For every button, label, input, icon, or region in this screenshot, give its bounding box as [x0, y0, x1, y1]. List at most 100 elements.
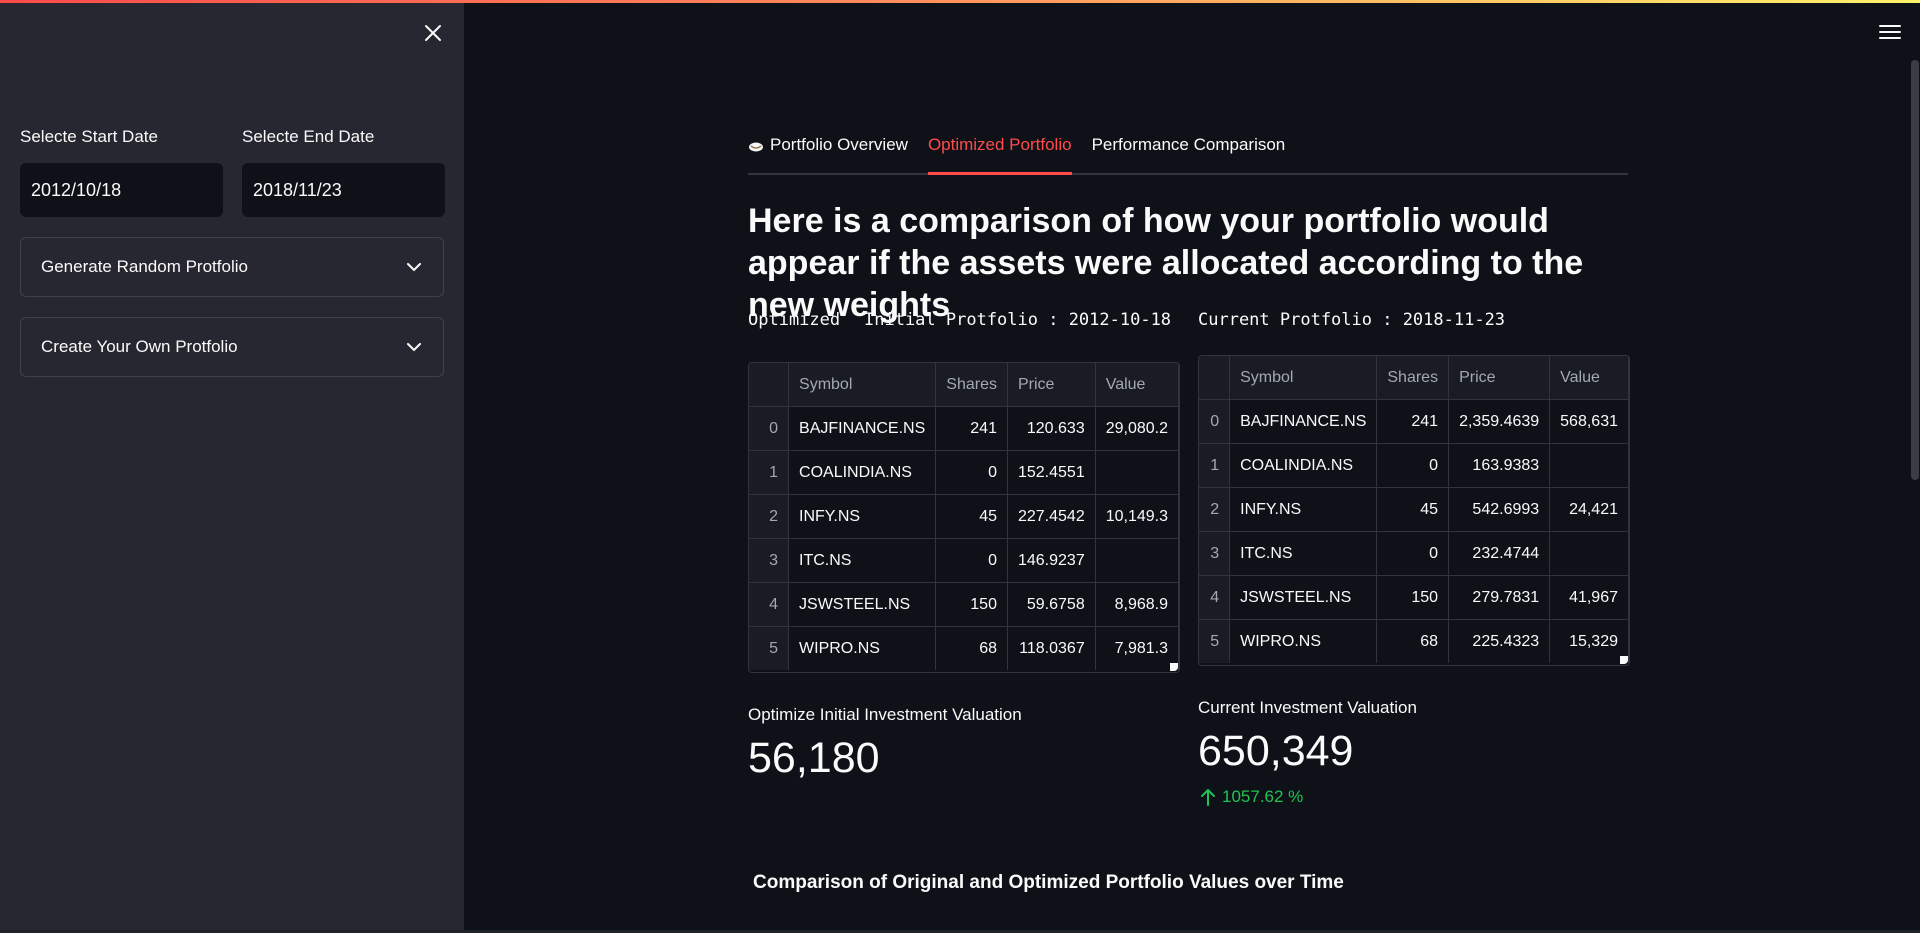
row-index: 0 [749, 406, 790, 451]
end-date-label: Selecte End Date [242, 127, 375, 146]
row-index: 5 [749, 626, 790, 670]
value-cell: 10,149.3 [1095, 494, 1179, 539]
shares-cell: 0 [935, 450, 1008, 495]
column-header-symbol[interactable]: Symbol [788, 363, 937, 407]
shares-cell: 45 [935, 494, 1008, 539]
value-cell: 29,080.2 [1095, 406, 1179, 451]
table-row[interactable]: 0 BAJFINANCE.NS 241 120.633 29,080.2 [749, 406, 1179, 451]
column-header-price[interactable]: Price [1448, 356, 1551, 400]
money-bag-icon [749, 142, 763, 152]
row-index: 5 [1199, 619, 1231, 663]
current-valuation-value: 650,349 [1198, 727, 1354, 775]
price-cell: 227.4542 [1007, 494, 1096, 539]
value-cell: 7,981.3 [1095, 626, 1179, 670]
price-cell: 146.9237 [1007, 538, 1096, 583]
initial-portfolio-caption: Initial Protfolio : 2012-10-18 [864, 310, 1172, 330]
column-header-value[interactable]: Value [1549, 356, 1629, 400]
table-row[interactable]: 5 WIPRO.NS 68 118.0367 7,981.3 [749, 626, 1179, 670]
close-sidebar-button[interactable] [418, 18, 448, 48]
create-your-own-portfolio-expander[interactable]: Create Your Own Protfolio [20, 317, 444, 377]
table-row[interactable]: 2 INFY.NS 45 227.4542 10,149.3 [749, 494, 1179, 539]
row-index: 3 [749, 538, 790, 583]
optimized-caption: Optimized [748, 310, 841, 330]
table-row[interactable]: 3 ITC.NS 0 232.4744 [1199, 531, 1629, 576]
symbol-cell: JSWSTEEL.NS [788, 582, 937, 627]
symbol-cell: COALINDIA.NS [1229, 443, 1378, 488]
row-index: 3 [1199, 531, 1231, 576]
value-cell: 24,421 [1549, 487, 1629, 532]
column-header-symbol[interactable]: Symbol [1229, 356, 1378, 400]
price-cell: 279.7831 [1448, 575, 1551, 620]
price-cell: 163.9383 [1448, 443, 1551, 488]
shares-cell: 0 [1376, 531, 1450, 576]
main-menu-button[interactable] [1876, 18, 1904, 46]
table-row[interactable]: 3 ITC.NS 0 146.9237 [749, 538, 1179, 583]
table-row[interactable]: 0 BAJFINANCE.NS 241 2,359.4639 568,631 [1199, 399, 1629, 444]
row-index: 2 [749, 494, 790, 539]
column-header-price[interactable]: Price [1007, 363, 1096, 407]
symbol-cell: WIPRO.NS [1229, 619, 1378, 663]
delta-value: 1057.62 % [1222, 787, 1304, 806]
table-row[interactable]: 5 WIPRO.NS 68 225.4323 15,329 [1199, 619, 1629, 663]
current-portfolio-table[interactable]: Symbol Shares Price Value 0 BAJFINANCE.NS… [1198, 355, 1630, 666]
shares-cell: 68 [935, 626, 1008, 670]
price-cell: 120.633 [1007, 406, 1096, 451]
value-cell [1549, 531, 1629, 576]
tab-performance-comparison[interactable]: Performance Comparison [1092, 128, 1286, 173]
price-cell: 59.6758 [1007, 582, 1096, 627]
row-index: 1 [1199, 443, 1231, 488]
shares-cell: 0 [935, 538, 1008, 583]
column-header-shares[interactable]: Shares [1376, 356, 1450, 400]
generate-random-portfolio-expander[interactable]: Generate Random Protfolio [20, 237, 444, 297]
value-cell: 568,631 [1549, 399, 1629, 444]
start-date-input[interactable] [20, 163, 223, 217]
value-cell: 41,967 [1549, 575, 1629, 620]
price-cell: 542.6993 [1448, 487, 1551, 532]
symbol-cell: BAJFINANCE.NS [1229, 399, 1378, 444]
initial-valuation-label: Optimize Initial Investment Valuation [748, 705, 1022, 724]
table-row[interactable]: 1 COALINDIA.NS 0 163.9383 [1199, 443, 1629, 488]
row-index: 4 [1199, 575, 1231, 620]
column-header-index[interactable] [1199, 356, 1231, 400]
initial-portfolio-table[interactable]: Symbol Shares Price Value 0 BAJFINANCE.NS… [748, 362, 1180, 673]
shares-cell: 241 [935, 406, 1008, 451]
shares-cell: 0 [1376, 443, 1450, 488]
current-table-resize-handle[interactable] [1620, 656, 1628, 664]
column-header-value[interactable]: Value [1095, 363, 1179, 407]
tab-optimized-portfolio[interactable]: Optimized Portfolio [927, 128, 1072, 175]
row-index: 0 [1199, 399, 1231, 444]
symbol-cell: ITC.NS [788, 538, 937, 583]
table-row[interactable]: 4 JSWSTEEL.NS 150 279.7831 41,967 [1199, 575, 1629, 620]
chart-section-title: Comparison of Original and Optimized Por… [753, 872, 1344, 893]
tab-bar: Portfolio Overview Optimized Portfolio P… [748, 128, 1628, 175]
shares-cell: 45 [1376, 487, 1450, 532]
column-header-shares[interactable]: Shares [935, 363, 1008, 407]
value-cell: 8,968.9 [1095, 582, 1179, 627]
shares-cell: 241 [1376, 399, 1450, 444]
page-headline: Here is a comparison of how your portfol… [748, 202, 1584, 324]
table-header-row: Symbol Shares Price Value [1199, 356, 1629, 400]
page-scrollbar[interactable] [1911, 60, 1919, 480]
symbol-cell: BAJFINANCE.NS [788, 406, 937, 451]
end-date-input[interactable] [242, 163, 445, 217]
current-portfolio-caption: Current Protfolio : 2018-11-23 [1198, 310, 1506, 330]
column-header-index[interactable] [749, 363, 790, 407]
shares-cell: 68 [1376, 619, 1450, 663]
tab-portfolio-overview[interactable]: Portfolio Overview [748, 128, 908, 173]
table-row[interactable]: 4 JSWSTEEL.NS 150 59.6758 8,968.9 [749, 582, 1179, 627]
tab-label: Performance Comparison [1091, 135, 1286, 154]
value-cell [1095, 538, 1179, 583]
table-row[interactable]: 2 INFY.NS 45 542.6993 24,421 [1199, 487, 1629, 532]
tab-label: Portfolio Overview [770, 135, 908, 154]
current-valuation-delta: 1057.62 % [1200, 787, 1303, 807]
value-cell [1095, 450, 1179, 495]
initial-table-resize-handle[interactable] [1170, 663, 1178, 671]
price-cell: 232.4744 [1448, 531, 1551, 576]
chevron-down-icon [407, 342, 421, 351]
table-row[interactable]: 1 COALINDIA.NS 0 152.4551 [749, 450, 1179, 495]
expander-label: Generate Random Protfolio [41, 257, 248, 276]
expander-label: Create Your Own Protfolio [41, 337, 238, 356]
row-index: 1 [749, 450, 790, 495]
value-cell [1549, 443, 1629, 488]
close-icon [425, 25, 441, 41]
